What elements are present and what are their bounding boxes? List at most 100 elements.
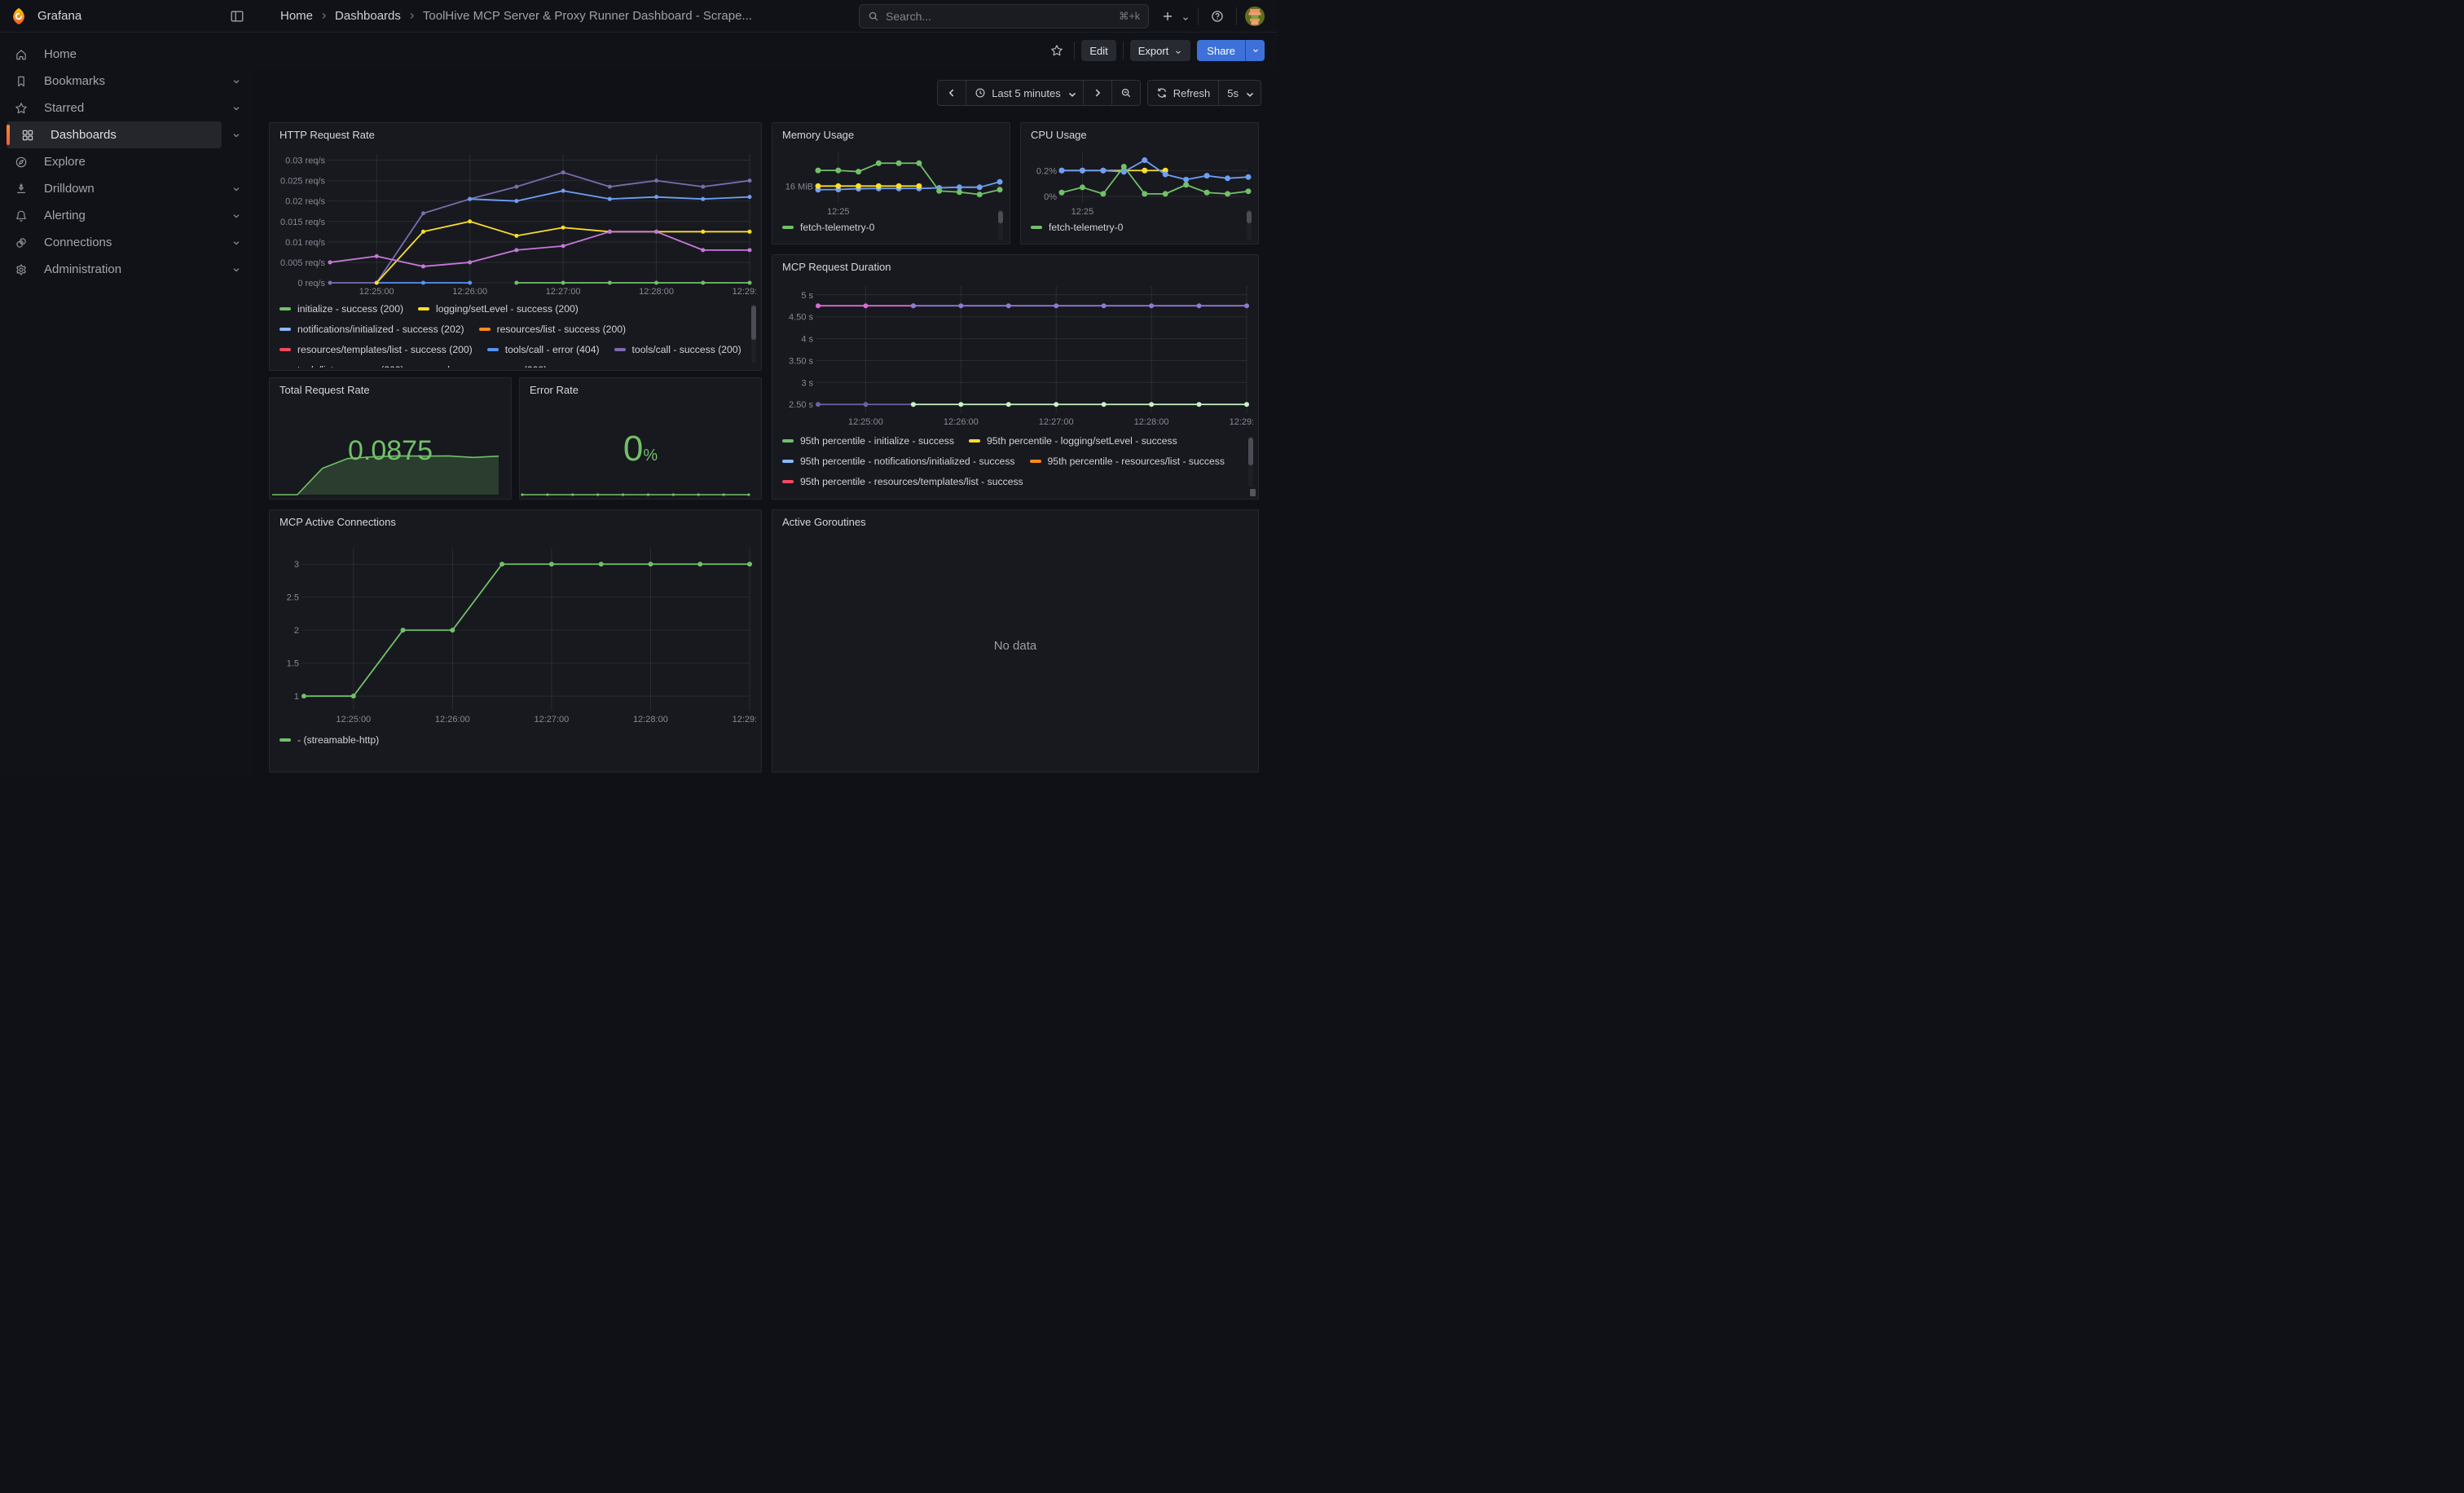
add-new-button[interactable]: [1157, 6, 1178, 27]
panel-memory-usage: Memory Usage 16 MiB12:25 fetch-telemetry…: [772, 122, 1010, 244]
sidebar-item-connections[interactable]: Connections: [7, 229, 222, 256]
legend: 95th percentile - initialize - success 9…: [782, 434, 1242, 496]
collapse-sidebar-icon[interactable]: [230, 9, 244, 24]
legend-scrollbar[interactable]: [751, 304, 756, 363]
chevron-down-icon: [1244, 89, 1252, 97]
legend-label: resources/templates/list - success (200): [297, 344, 473, 355]
legend-item[interactable]: 95th percentile - notifications/initiali…: [782, 455, 1015, 467]
sidebar-item-bookmarks[interactable]: Bookmarks: [7, 68, 222, 95]
panel-title[interactable]: Total Request Rate: [270, 378, 511, 396]
svg-text:12:25: 12:25: [827, 207, 850, 217]
legend-swatch: [969, 439, 980, 443]
legend-label: initialize - success (200): [297, 303, 403, 315]
legend-scrollbar[interactable]: [998, 209, 1003, 240]
sidebar-item-label: Dashboards: [51, 128, 117, 142]
panel-error-rate: Error Rate 0%: [519, 377, 762, 500]
legend-item[interactable]: fetch-telemetry-0: [1031, 221, 1123, 233]
chevron-down-icon[interactable]: [231, 77, 241, 86]
panel-title[interactable]: Memory Usage: [772, 123, 1010, 141]
sidebar-item-administration[interactable]: Administration: [7, 256, 222, 283]
drilldown-icon: [15, 183, 28, 196]
legend-scrollbar[interactable]: [1248, 436, 1253, 487]
svg-text:2: 2: [294, 626, 299, 636]
chevron-down-icon[interactable]: [1181, 12, 1190, 20]
panel-title[interactable]: HTTP Request Rate: [270, 123, 761, 141]
sidebar-item-label: Starred: [44, 101, 84, 115]
legend-swatch: [279, 328, 291, 331]
legend-item[interactable]: - (streamable-http): [279, 733, 379, 746]
legend-item[interactable]: 95th percentile - logging/setLevel - suc…: [969, 434, 1177, 447]
sidebar-item-dashboards[interactable]: Dashboards: [7, 121, 222, 148]
time-range-picker[interactable]: Last 5 minutes: [966, 81, 1083, 105]
chevron-down-icon[interactable]: [231, 130, 241, 140]
svg-text:0.02 req/s: 0.02 req/s: [285, 197, 325, 207]
legend-item[interactable]: tools/call - success (200): [614, 343, 741, 355]
panel-title[interactable]: Error Rate: [520, 378, 761, 396]
sidebar-item-alerting[interactable]: Alerting: [7, 202, 222, 229]
breadcrumb-home[interactable]: Home: [280, 9, 313, 23]
edit-button[interactable]: Edit: [1081, 40, 1115, 61]
panel-mcp-active-connections: MCP Active Connections 11.522.5312:25:00…: [269, 509, 762, 773]
legend-label: 95th percentile - notifications/initiali…: [800, 456, 1015, 467]
error-unit: %: [643, 447, 658, 465]
legend-item[interactable]: initialize - success (200): [279, 302, 403, 315]
time-shift-forward-button[interactable]: [1083, 81, 1111, 105]
chevron-down-icon[interactable]: [231, 184, 241, 194]
help-button[interactable]: [1207, 6, 1228, 27]
legend-item[interactable]: resources/list - success (200): [479, 323, 627, 335]
legend-swatch: [279, 348, 291, 351]
search-input[interactable]: Search... ⌘+k: [859, 4, 1149, 29]
zoom-out-time-button[interactable]: [1111, 81, 1140, 105]
panel-total-request-rate: Total Request Rate 0.0875: [269, 377, 512, 500]
legend-item[interactable]: fetch-telemetry-0: [782, 221, 874, 233]
panel-title[interactable]: MCP Active Connections: [270, 510, 761, 528]
sidebar-item-label: Explore: [44, 155, 86, 169]
share-button[interactable]: Share: [1197, 40, 1245, 61]
legend-swatch: [1030, 460, 1041, 463]
chevron-down-icon[interactable]: [231, 265, 241, 275]
legend-label: tools/call - success (200): [632, 344, 741, 355]
chevron-down-icon[interactable]: [231, 238, 241, 248]
legend-item[interactable]: tools/list - success (200): [279, 363, 404, 368]
legend-item[interactable]: 95th percentile - resources/list - succe…: [1030, 455, 1225, 467]
sidebar-item-label: Bookmarks: [44, 74, 105, 88]
avatar[interactable]: [1245, 7, 1265, 26]
time-shift-back-button[interactable]: [938, 81, 966, 105]
chevron-down-icon[interactable]: [231, 103, 241, 113]
legend-item[interactable]: 95th percentile - resources/templates/li…: [782, 475, 1023, 487]
sidebar-item-starred[interactable]: Starred: [7, 95, 222, 121]
legend-label: 95th percentile - resources/templates/li…: [800, 476, 1023, 487]
legend-item[interactable]: unknown - success (200): [419, 363, 547, 368]
breadcrumb-dashboards[interactable]: Dashboards: [335, 9, 401, 23]
legend-swatch: [487, 348, 499, 351]
chevron-down-icon[interactable]: [231, 211, 241, 221]
legend-item[interactable]: resources/templates/list - success (200): [279, 343, 473, 355]
legend-swatch: [782, 226, 794, 229]
svg-text:12:29:00: 12:29:00: [733, 287, 756, 297]
sidebar-item-home[interactable]: Home: [7, 41, 222, 68]
panel-title[interactable]: CPU Usage: [1021, 123, 1258, 141]
panel-title[interactable]: Active Goroutines: [772, 510, 1258, 528]
legend: - (streamable-http): [279, 733, 745, 769]
time-range-group: Last 5 minutes: [937, 80, 1141, 106]
mcp-active-connections-chart: 11.522.5312:25:0012:26:0012:27:0012:28:0…: [275, 543, 756, 725]
legend-swatch: [279, 738, 291, 742]
refresh-button[interactable]: Refresh: [1148, 81, 1219, 105]
sidebar-item-drilldown[interactable]: Drilldown: [7, 175, 222, 202]
star-dashboard-button[interactable]: [1046, 40, 1067, 61]
refresh-interval-picker[interactable]: 5s: [1218, 81, 1261, 105]
legend-item[interactable]: tools/call - error (404): [487, 343, 600, 355]
share-menu-button[interactable]: [1245, 40, 1265, 61]
legend-item[interactable]: 95th percentile - initialize - success: [782, 434, 954, 447]
legend-item[interactable]: logging/setLevel - success (200): [418, 302, 579, 315]
legend-item[interactable]: notifications/initialized - success (202…: [279, 323, 464, 335]
sidebar-item-explore[interactable]: Explore: [7, 148, 222, 175]
legend-scrollbar[interactable]: [1247, 209, 1252, 240]
grafana-logo-icon[interactable]: [10, 7, 28, 25]
export-button[interactable]: Export: [1130, 40, 1191, 61]
panel-title[interactable]: MCP Request Duration: [772, 255, 1258, 273]
legend-label: - (streamable-http): [297, 734, 379, 746]
clock-icon: [975, 87, 986, 99]
sidebar-item-label: Home: [44, 47, 77, 61]
svg-text:12:26:00: 12:26:00: [452, 287, 487, 297]
